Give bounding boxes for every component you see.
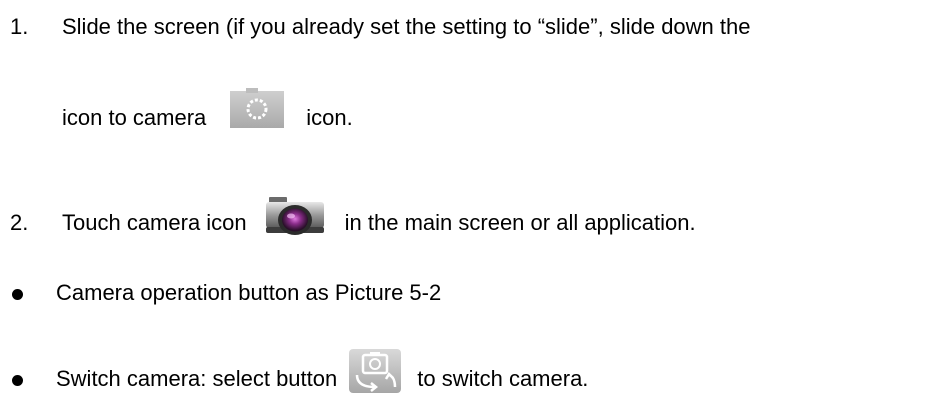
bullet-text-after-icon: to switch camera. bbox=[417, 366, 589, 391]
step-2-text-after-icon: in the main screen or all application. bbox=[344, 210, 696, 235]
step-1-text-before-icon: icon to camera bbox=[62, 105, 207, 130]
bullet-text: Camera operation button as Picture 5-2 bbox=[56, 280, 442, 305]
step-number: 1. bbox=[10, 14, 29, 39]
bullet-item-switch-camera: Switch camera: select button to switch c… bbox=[12, 349, 589, 401]
switch-camera-icon bbox=[349, 349, 402, 393]
step-2-line: 2. Touch camera icon in the main screen … bbox=[10, 197, 696, 243]
step-number: 2. bbox=[10, 210, 29, 235]
bullet-dot bbox=[12, 288, 23, 300]
manual-page: 1. Slide the screen (if you already set … bbox=[0, 0, 950, 393]
camera-app-icon bbox=[265, 197, 325, 237]
bullet-dot bbox=[12, 374, 23, 386]
bullet-text-before-icon: Switch camera: select button bbox=[56, 366, 338, 391]
bullet-item-camera-operation: Camera operation button as Picture 5-2 bbox=[12, 279, 441, 307]
step-2-text-before-icon: Touch camera icon bbox=[62, 210, 247, 235]
camera-square-icon bbox=[230, 88, 285, 128]
step-1-text-after-icon: icon. bbox=[306, 105, 353, 130]
step-1-line-1: 1. Slide the screen (if you already set … bbox=[10, 13, 750, 41]
step-1-line-2: icon to camera icon. bbox=[62, 88, 353, 138]
step-1-text: Slide the screen (if you already set the… bbox=[62, 14, 751, 39]
